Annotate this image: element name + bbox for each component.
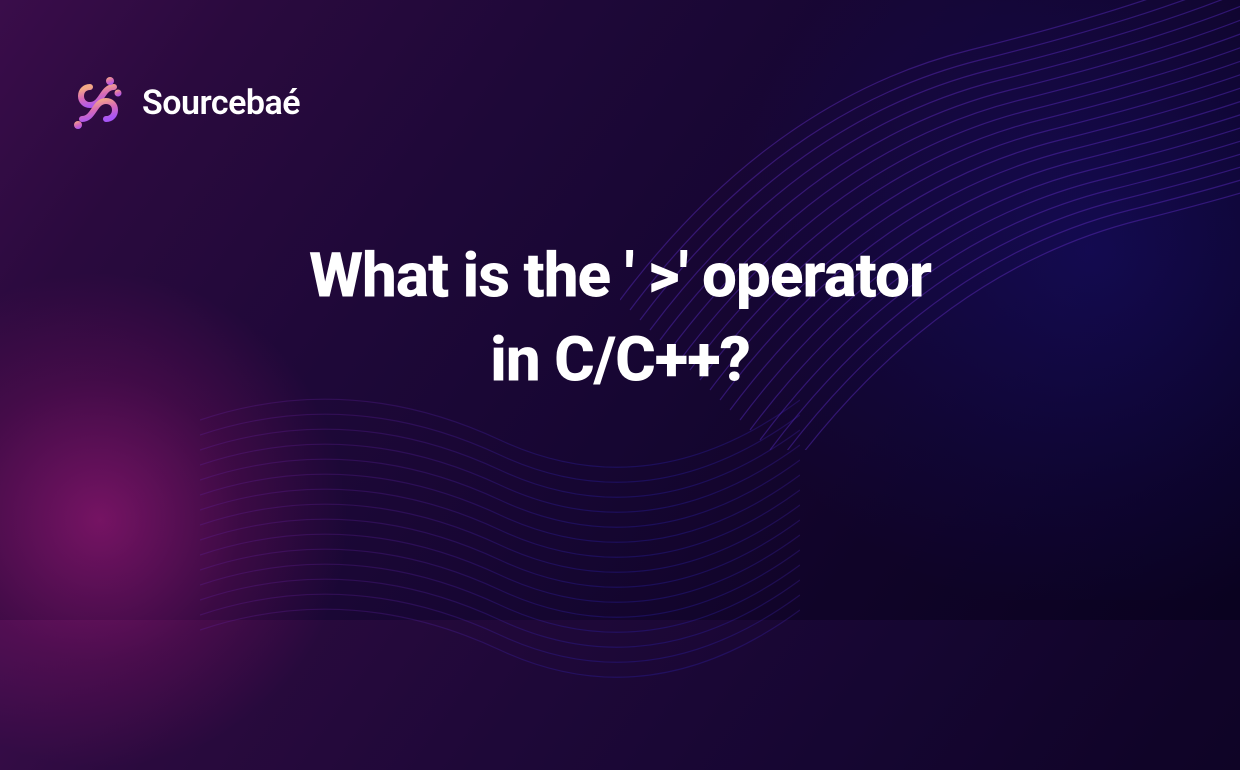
headline-text: What is the ' >' operator in C/C++? (62, 235, 1178, 402)
brand-logo: Sourcebaé (70, 75, 300, 131)
sourcebae-logo-icon (70, 75, 126, 131)
brand-name: Sourcebaé (142, 83, 300, 123)
